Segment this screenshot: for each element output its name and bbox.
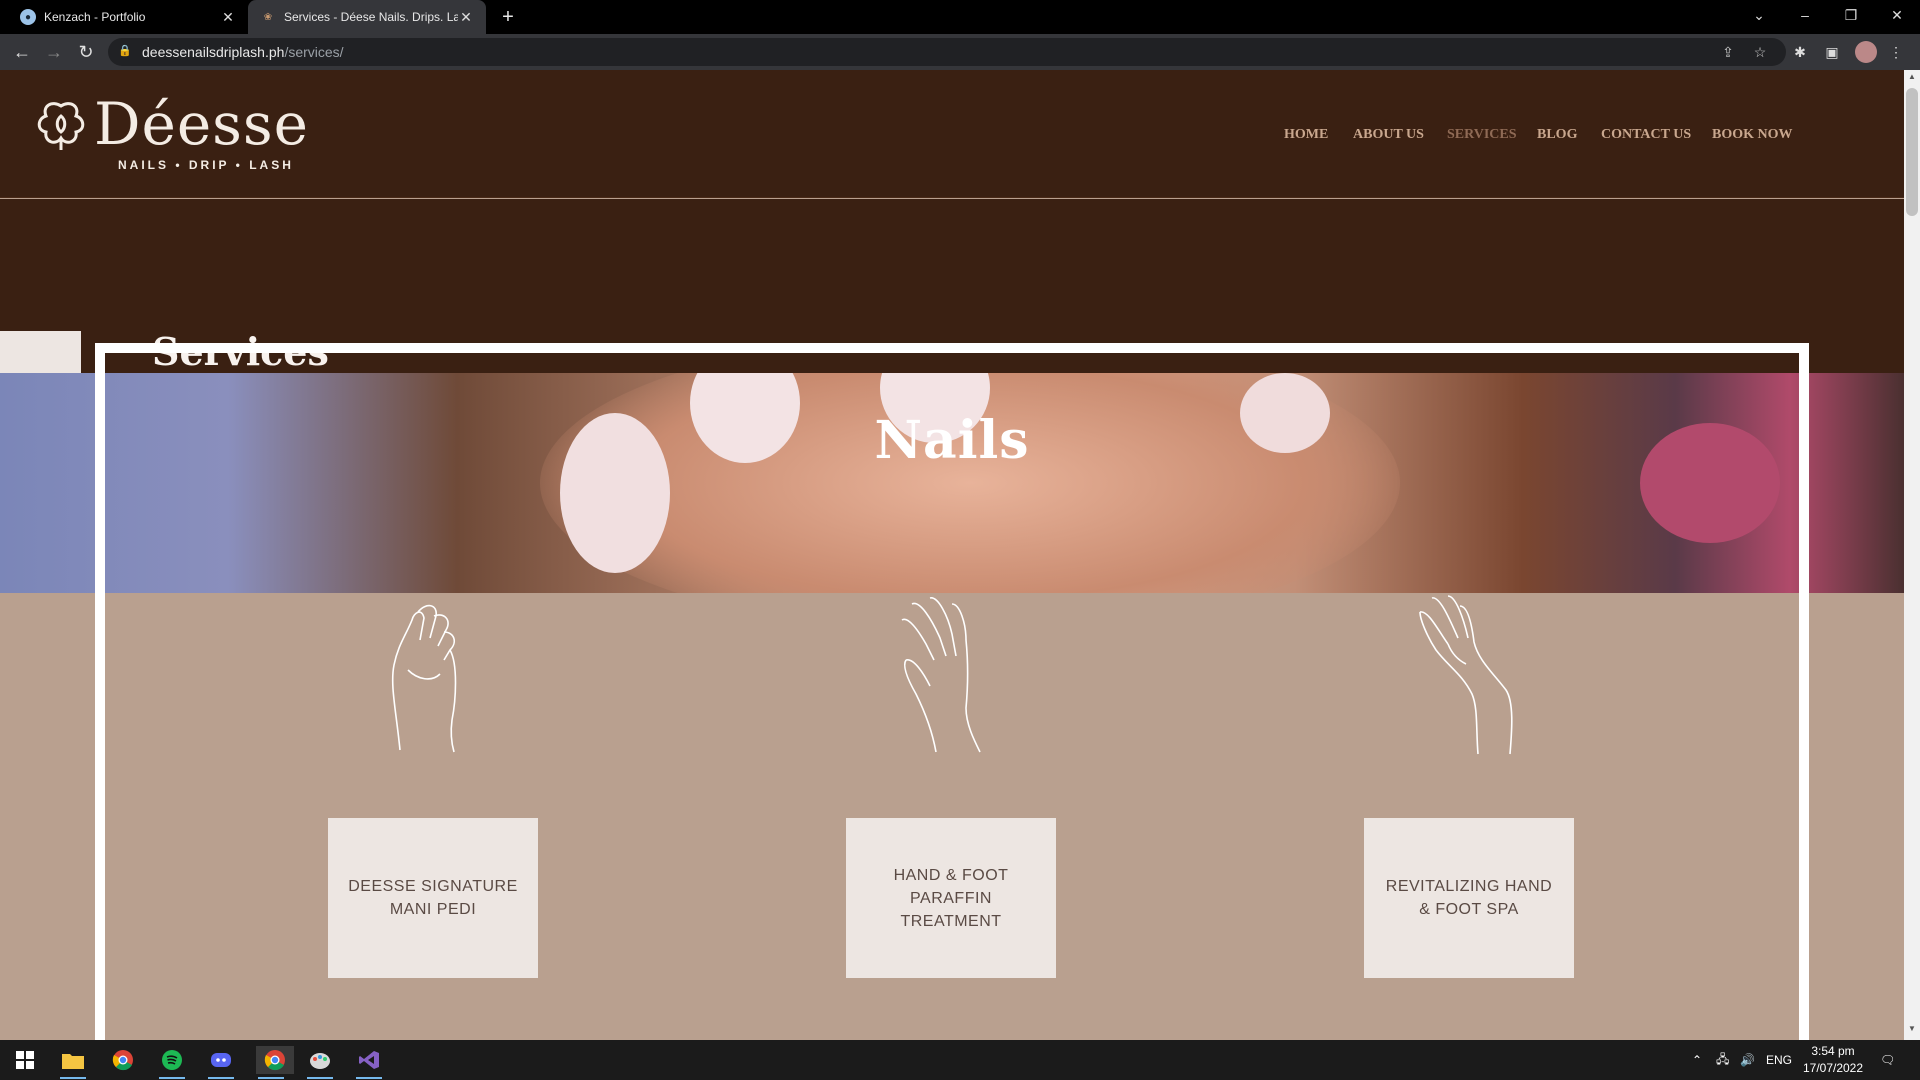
deesse-favicon-icon: ❀ [263, 11, 273, 23]
url-bar[interactable]: 🔒 deessenailsdriplash.ph/services/ ⇪ ☆ [108, 38, 1786, 66]
nav-contact-us[interactable]: CONTACT US [1601, 127, 1691, 143]
restore-icon[interactable]: ❐ [1828, 0, 1874, 30]
service-name: DEESSE SIGNATURE MANI PEDI [348, 878, 518, 918]
forward-button[interactable]: → [42, 40, 66, 64]
clock-date: 17/07/2022 [1802, 1061, 1864, 1075]
tab-search-icon[interactable]: ⌄ [1736, 0, 1782, 30]
service-card[interactable]: HAND & FOOT PARAFFIN TREATMENT [846, 818, 1056, 978]
browser-tab-bar: ● Kenzach - Portfolio ✕ ❀ Services - Dée… [0, 0, 1920, 34]
chrome-icon[interactable] [108, 1046, 138, 1074]
taskbar-clock[interactable]: 3:54 pm 17/07/2022 [1798, 1043, 1868, 1077]
language-indicator[interactable]: ENG [1766, 1040, 1792, 1080]
service-name: REVITALIZING HAND & FOOT SPA [1385, 878, 1553, 918]
logo-tagline: NAILS • DRIP • LASH [118, 158, 294, 172]
tab-title: Services - Déese Nails. Drips. Lash [284, 10, 458, 24]
extensions-icon[interactable]: ✱ [1790, 42, 1810, 62]
new-tab-button[interactable]: + [496, 5, 520, 29]
scroll-down-icon[interactable]: ▼ [1906, 1024, 1918, 1036]
tab-services[interactable]: ❀ Services - Déese Nails. Drips. Lash ✕ [248, 0, 486, 34]
lock-icon[interactable]: 🔒 [118, 44, 132, 58]
paint-icon[interactable] [305, 1046, 335, 1079]
scrollbar-thumb[interactable] [1906, 88, 1918, 216]
url-path: /services/ [284, 44, 344, 60]
service-card[interactable]: REVITALIZING HAND & FOOT SPA [1364, 818, 1574, 978]
reload-button[interactable]: ↻ [74, 40, 98, 64]
clock-time: 3:54 pm [1811, 1044, 1855, 1058]
hand-line-art-icon [1419, 595, 1513, 755]
tab-title: Kenzach - Portfolio [44, 10, 146, 24]
scroll-up-icon[interactable]: ▲ [1906, 72, 1918, 84]
notifications-icon[interactable]: 🗨 [1880, 1040, 1895, 1080]
webpage: Déesse NAILS • DRIP • LASH HOME ABOUT US… [0, 70, 1904, 1040]
url-host: deessenailsdriplash.ph [142, 44, 285, 60]
file-explorer-icon[interactable] [58, 1046, 88, 1079]
url-text: deessenailsdriplash.ph/services/ [142, 44, 344, 60]
hand-line-art-icon [391, 604, 457, 753]
service-card[interactable]: DEESSE SIGNATURE MANI PEDI [328, 818, 538, 978]
profile-avatar[interactable] [1855, 41, 1877, 63]
hand-line-art-icon [901, 597, 981, 753]
logo-wordmark: Déesse [94, 90, 310, 158]
nav-about-us[interactable]: ABOUT US [1353, 127, 1424, 143]
side-panel-icon[interactable]: ▣ [1822, 42, 1842, 62]
menu-icon[interactable]: ⋮ [1886, 42, 1906, 62]
chrome-active-icon[interactable] [256, 1046, 294, 1079]
back-button[interactable]: ← [10, 40, 34, 64]
tray-show-hidden-icon[interactable]: ⌃ [1692, 1040, 1702, 1080]
service-name: HAND & FOOT PARAFFIN TREATMENT [893, 866, 1009, 930]
minimize-icon[interactable]: – [1782, 0, 1828, 30]
nav-book-now[interactable]: BOOK NOW [1712, 127, 1793, 143]
spotify-icon[interactable] [157, 1046, 187, 1079]
close-icon[interactable]: ✕ [458, 9, 474, 26]
address-toolbar: ← → ↻ 🔒 deessenailsdriplash.ph/services/… [0, 34, 1920, 70]
share-icon[interactable]: ⇪ [1718, 42, 1738, 62]
github-icon: ● [20, 9, 36, 25]
nav-blog[interactable]: BLOG [1537, 127, 1577, 143]
tab-portfolio[interactable]: ● Kenzach - Portfolio ✕ [8, 0, 248, 34]
network-icon[interactable]: 🖧 [1716, 1040, 1729, 1080]
volume-icon[interactable]: 🔊 [1740, 1040, 1755, 1080]
visual-studio-icon[interactable] [354, 1046, 384, 1079]
nav-home[interactable]: HOME [1284, 127, 1328, 143]
flower-logo-icon [37, 102, 85, 150]
nav-services[interactable]: SERVICES [1447, 127, 1517, 143]
windows-taskbar: ⌃ 🖧 🔊 ENG 3:54 pm 17/07/2022 🗨 [0, 1040, 1920, 1080]
close-icon[interactable]: ✕ [220, 9, 236, 26]
discord-icon[interactable] [206, 1046, 236, 1079]
site-header: Déesse NAILS • DRIP • LASH HOME ABOUT US… [0, 70, 1904, 198]
section-title-nails: Nails [874, 410, 1030, 471]
close-window-icon[interactable]: ✕ [1874, 0, 1920, 30]
start-icon[interactable] [10, 1046, 40, 1074]
bookmark-star-icon[interactable]: ☆ [1750, 42, 1770, 62]
